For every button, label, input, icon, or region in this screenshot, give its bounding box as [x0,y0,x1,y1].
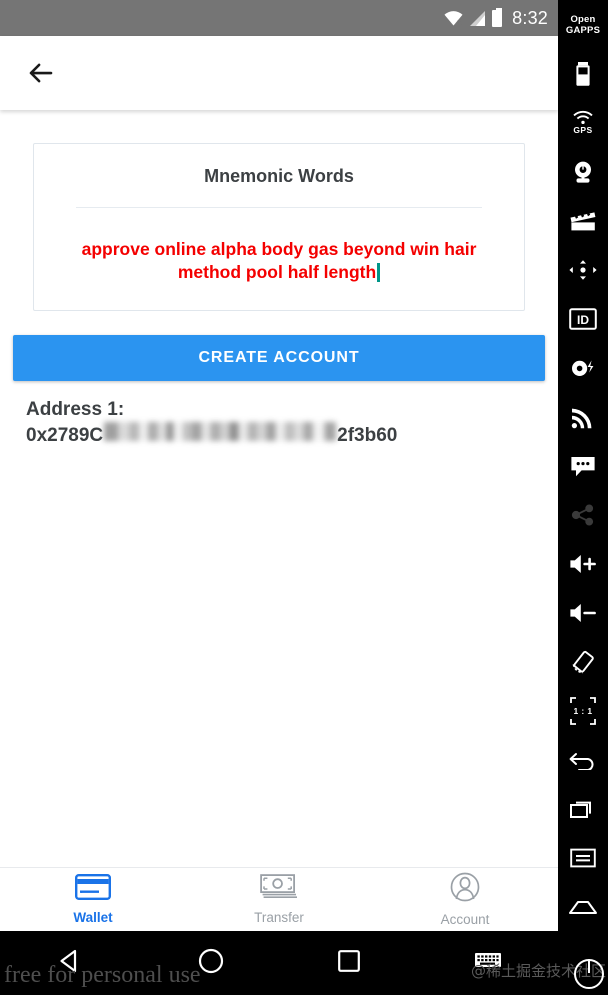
home-icon[interactable] [558,882,608,931]
overview-icon[interactable] [558,784,608,833]
power-flash-icon[interactable] [558,343,608,392]
address-block: Address 1: 0x2789C 2f3b60 [26,398,558,449]
dpad-icon[interactable] [558,245,608,294]
card-divider [76,207,482,208]
movie-clapper-icon[interactable] [558,196,608,245]
address-suffix: 2f3b60 [337,425,398,446]
gps-label: GPS [573,125,593,135]
keyboard-icon[interactable] [474,951,502,976]
bottom-navigation: Wallet Transfer Account [0,867,558,931]
banknote-icon [260,874,298,905]
wifi-off-icon: x [444,10,463,27]
signal-icon [470,10,486,26]
bottom-nav-item-account[interactable]: Account [372,868,558,931]
open-gapps-line2: GAPPS [565,24,601,36]
address-label: Address 1: [26,399,125,420]
bottom-nav-item-wallet[interactable]: Wallet [0,868,186,931]
recents-square-icon[interactable] [337,949,361,978]
gps-icon[interactable]: GPS [558,98,608,147]
android-navigation-bar: free for personal use [0,931,558,995]
open-gapps-line1: Open [570,13,596,25]
status-icons: x [444,7,503,27]
app-bar [0,36,558,110]
status-bar: x 8:32 [0,0,558,36]
home-circle-icon[interactable] [197,947,225,980]
battery-icon [492,7,503,27]
emulator-toolbar: Open GAPPS GPS ID 1: 1 @稀土掘金技术社区 [471,0,608,995]
zoom-ratio-icon[interactable]: 1 : 1 [558,686,608,735]
webcam-icon[interactable] [558,147,608,196]
credit-card-icon [75,874,111,905]
svg-text:ID: ID [577,313,589,327]
zoom-ratio-label: 1 : 1 [573,705,593,716]
mnemonic-words-field[interactable]: approve online alpha body gas beyond win… [54,238,504,284]
cellular-icon[interactable] [558,392,608,441]
open-gapps-icon[interactable]: Open GAPPS [558,0,608,49]
volume-up-icon[interactable] [558,539,608,588]
volume-down-icon[interactable] [558,588,608,637]
back-arrow-icon[interactable] [26,58,56,88]
back-triangle-icon[interactable] [56,947,84,980]
menu-icon[interactable] [558,833,608,882]
mnemonic-card: Mnemonic Words approve online alpha body… [33,143,525,311]
create-account-button[interactable]: CREATE ACCOUNT [13,335,545,381]
address-prefix: 0x2789C [26,425,104,446]
id-badge-icon[interactable]: ID [558,294,608,343]
mnemonic-card-title: Mnemonic Words [204,166,354,186]
status-time: 8:32 [512,7,548,28]
watermark-left: free for personal use [4,962,201,988]
text-caret [377,263,381,282]
rotate-icon[interactable] [558,637,608,686]
svg-text:x: x [457,18,462,26]
content-area: Mnemonic Words approve online alpha body… [0,143,558,900]
back-icon[interactable] [558,735,608,784]
share-icon[interactable] [558,490,608,539]
address-value: 0x2789C 2f3b60 [26,422,558,449]
bottom-nav-label-account: Account [440,912,490,927]
screen-root: x 8:32 Mnemonic Words approve online alp… [0,0,608,995]
battery-icon[interactable] [558,49,608,98]
sms-bubble-icon[interactable] [558,441,608,490]
person-circle-icon [450,872,480,907]
bottom-nav-item-transfer[interactable]: Transfer [186,868,372,931]
device-screen: x 8:32 Mnemonic Words approve online alp… [0,0,558,995]
power-button-icon[interactable] [574,959,604,989]
mnemonic-words-text: approve online alpha body gas beyond win… [81,239,477,282]
address-redacted-blur [104,422,337,441]
bottom-nav-label-wallet: Wallet [73,910,113,925]
bottom-nav-label-transfer: Transfer [254,910,304,925]
